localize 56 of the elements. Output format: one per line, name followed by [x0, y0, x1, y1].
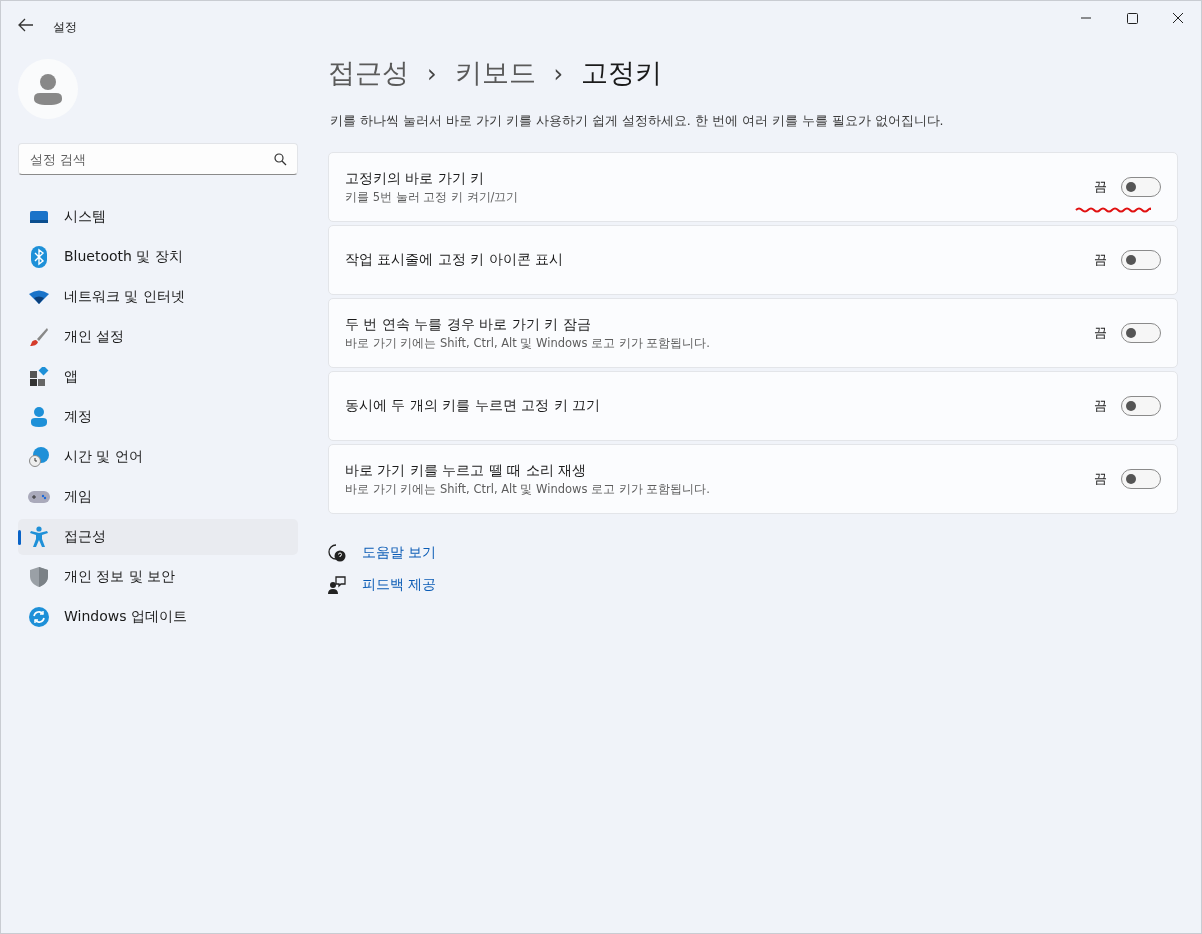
setting-description: 바로 가기 키에는 Shift, Ctrl, Alt 및 Windows 로고 키가 포함됩니다.: [345, 481, 712, 497]
sidebar-item[interactable]: Bluetooth 및 장치: [18, 239, 298, 275]
toggle-switch[interactable]: [1121, 396, 1161, 416]
setting-description: 키를 5번 눌러 고정 키 켜기/끄기: [345, 189, 520, 205]
breadcrumb-separator: ›: [553, 60, 564, 88]
monitor-icon: [29, 209, 49, 225]
sidebar-item[interactable]: 계정: [18, 399, 298, 435]
breadcrumb-separator: ›: [427, 60, 437, 88]
window-title: 설정: [53, 19, 77, 36]
shield-icon: [30, 567, 48, 587]
toggle-switch[interactable]: [1121, 469, 1161, 489]
setting-title: 작업 표시줄에 고정 키 아이콘 표시: [345, 251, 565, 269]
person-icon: [30, 407, 48, 427]
wifi-icon: [29, 290, 49, 304]
setting-title: 바로 가기 키를 누르고 뗄 때 소리 재생: [345, 461, 588, 480]
toggle-state-label: 끔: [1094, 251, 1107, 269]
search-field[interactable]: 설정 검색: [18, 143, 298, 175]
toggle-state-label: 끔: [1094, 178, 1107, 196]
sidebar-item[interactable]: 개인 설정: [18, 319, 298, 355]
toggle-state-label: 끔: [1094, 324, 1107, 342]
globe-clock-icon: [29, 447, 49, 467]
breadcrumb-link[interactable]: 접근성: [328, 55, 409, 91]
toggle-switch[interactable]: [1121, 323, 1161, 343]
toggle-state-label: 끔: [1094, 397, 1107, 415]
sidebar-item[interactable]: 앱: [18, 359, 298, 395]
setting-title: 고정키의 바로 가기 키: [345, 169, 486, 188]
page-title: 고정키: [581, 56, 663, 90]
breadcrumb-link[interactable]: 키보드: [454, 55, 536, 91]
feedback-icon: [328, 576, 346, 594]
help-link[interactable]: 도움말 보기: [362, 544, 437, 562]
back-arrow-icon[interactable]: [18, 18, 34, 32]
toggle-switch[interactable]: [1121, 250, 1161, 270]
apps-grid-icon: [29, 367, 49, 387]
page-description: 키를 하나씩 눌러서 바로 가기 키를 사용하기 쉽게 설정하세요. 한 번에 여러 키를 누를 필요가 없어집니다.: [330, 113, 945, 130]
sidebar-item[interactable]: 개인 정보 및 보안: [18, 559, 298, 595]
search-icon: [274, 153, 287, 166]
sidebar-item[interactable]: 게임: [18, 479, 298, 515]
sync-arrows-icon: [29, 607, 49, 627]
bluetooth-icon: [31, 246, 47, 268]
sidebar-item[interactable]: 네트워크 및 인터넷: [18, 279, 298, 315]
setting-title: 두 번 연속 누를 경우 바로 가기 키 잠금: [345, 315, 592, 334]
accessibility-person-icon: [29, 526, 49, 548]
game-controller-icon: [28, 490, 50, 504]
sidebar-item[interactable]: 시간 및 언어: [18, 439, 298, 475]
toggle-switch[interactable]: [1121, 177, 1161, 197]
setting-description: 바로 가기 키에는 Shift, Ctrl, Alt 및 Windows 로고 키가 포함됩니다.: [345, 335, 712, 351]
help-chat-icon: [328, 544, 346, 562]
sidebar-item[interactable]: Windows 업데이트: [18, 599, 298, 635]
sidebar-item[interactable]: 시스템: [18, 199, 298, 235]
person-silhouette-icon: [33, 73, 63, 105]
feedback-link[interactable]: 피드백 제공: [362, 576, 437, 594]
sidebar-item[interactable]: 접근성: [18, 519, 298, 555]
paintbrush-icon: [29, 327, 49, 347]
toggle-state-label: 끔: [1094, 470, 1107, 488]
setting-title: 동시에 두 개의 키를 누르면 고정 키 끄기: [345, 397, 602, 415]
selection-indicator: [18, 530, 21, 545]
